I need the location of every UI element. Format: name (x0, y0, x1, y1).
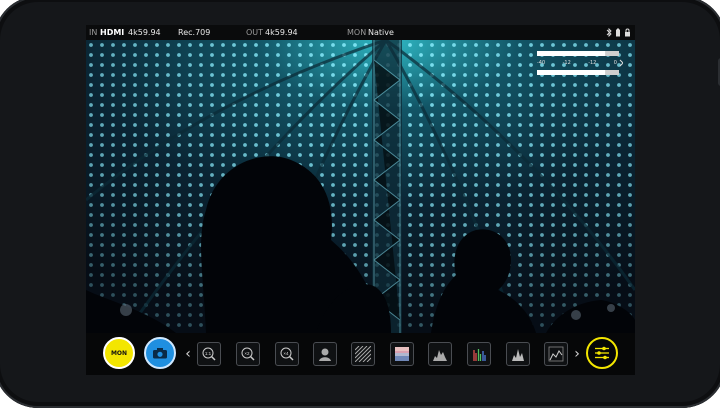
audio-level-meter[interactable]: -40 -12 -12 0 (537, 49, 624, 77)
rgb-parade-button[interactable] (467, 342, 491, 366)
meter-tick: -40 (537, 60, 546, 66)
battery-icon (616, 28, 620, 37)
toolbar-next-arrow[interactable]: › (572, 345, 582, 363)
zoom-2x-button[interactable]: ×2 (236, 342, 260, 366)
scope-settings-button[interactable] (544, 342, 568, 366)
scope-overlay-icon (548, 346, 564, 362)
bluetooth-icon (606, 28, 612, 37)
meter-tick: -12 (588, 60, 597, 66)
magnifier-icon: 1:1 (202, 347, 216, 361)
zoom-4x-label: ×4 (283, 351, 289, 356)
zebra-stripes-icon (355, 346, 371, 362)
output-format[interactable]: 4k59.94 (265, 25, 298, 40)
focus-peaking-icon (319, 348, 331, 361)
camera-icon (153, 348, 167, 359)
monitor-screen: IN HDMI 4k59.94 Rec.709 OUT 4k59.94 MON … (86, 25, 635, 375)
toolbar-prev-arrow[interactable]: ‹ (183, 345, 193, 363)
zebra-button[interactable] (351, 342, 375, 366)
waveform-button[interactable] (428, 342, 452, 366)
zoom-1-1-button[interactable]: 1:1 (197, 342, 221, 366)
magnifier-icon: ×4 (280, 347, 294, 361)
snapshot-button[interactable] (144, 337, 176, 369)
color-space[interactable]: Rec.709 (178, 25, 210, 40)
false-color-button[interactable] (390, 342, 414, 366)
monitor-mode[interactable]: Native (368, 25, 394, 40)
monitor-mode-button[interactable]: MON (103, 337, 135, 369)
bottom-toolbar: MON ‹ 1:1 ×2 ×4 › (86, 333, 635, 375)
rgb-parade-icon (473, 349, 486, 361)
waveform-icon (433, 350, 447, 361)
input-label: IN (89, 28, 98, 37)
lock-icon (625, 28, 630, 37)
zoom-4x-button[interactable]: ×4 (275, 342, 299, 366)
input-format[interactable]: 4k59.94 (128, 25, 161, 40)
meter-tick: 0 (613, 60, 617, 66)
zoom-1-1-label: 1:1 (205, 351, 212, 356)
zoom-2x-label: ×2 (244, 351, 250, 356)
vectorscope-button[interactable] (506, 342, 530, 366)
monitor-label: MON (347, 28, 367, 37)
status-icons (606, 28, 631, 37)
monitor-mode-label: MON (110, 349, 128, 357)
input-source: HDMI (100, 28, 125, 37)
live-video-feed[interactable]: -40 -12 -12 0 (86, 40, 635, 333)
sliders-icon (595, 346, 609, 360)
settings-sliders-button[interactable] (586, 337, 618, 369)
focus-peaking-button[interactable] (313, 342, 337, 366)
magnifier-icon: ×2 (241, 347, 255, 361)
video-frame (86, 40, 635, 333)
meter-tick: -12 (562, 60, 571, 66)
status-bar: IN HDMI 4k59.94 Rec.709 OUT 4k59.94 MON … (86, 25, 635, 40)
false-color-icon (395, 347, 409, 361)
histogram-icon (512, 349, 524, 361)
output-label: OUT (246, 28, 264, 37)
